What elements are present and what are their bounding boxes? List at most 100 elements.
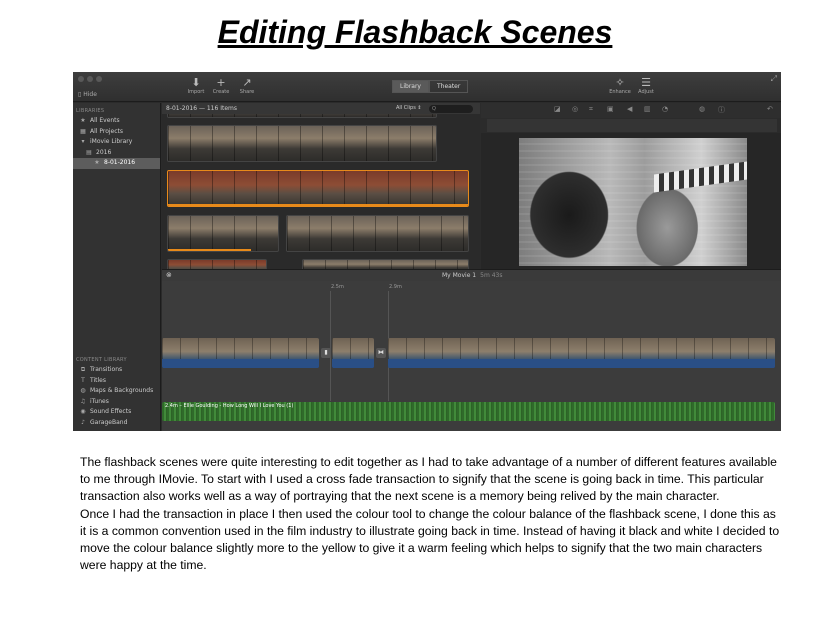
timeline-clip[interactable] — [162, 338, 319, 368]
sidebar-item-titles[interactable]: T Titles — [73, 376, 161, 387]
globe-icon: ◍ — [80, 387, 86, 394]
import-icon: ⬇ — [191, 76, 201, 89]
sidebar-item-maps-backgrounds[interactable]: ◍ Maps & Backgrounds — [73, 386, 161, 397]
clip-thumbnail[interactable] — [302, 259, 469, 269]
content-library-header: CONTENT LIBRARY — [76, 357, 127, 363]
sidebar-item-label: All Projects — [90, 127, 123, 135]
stabilization-icon[interactable]: ▣ — [607, 105, 614, 113]
toolbar: ▯ Hide ⬇ Import + Create ↗ Share Library… — [73, 72, 781, 102]
audio-waveform — [332, 359, 374, 368]
sidebar-item-all-projects[interactable]: ▦ All Projects — [73, 127, 160, 138]
clip-thumbnail[interactable] — [167, 125, 437, 162]
clip-filter-select[interactable]: All Clips ⇕ — [396, 103, 422, 114]
libraries-header: LIBRARIES — [76, 108, 105, 114]
share-icon: ↗ — [242, 76, 252, 89]
plus-icon: + — [216, 76, 226, 89]
project-duration: 5m 43s — [480, 272, 503, 279]
imovie-screenshot: ▯ Hide ⬇ Import + Create ↗ Share Library… — [73, 72, 781, 431]
hide-label: Hide — [83, 91, 97, 98]
sidebar-item-label: Sound Effects — [90, 408, 132, 415]
adjust-label: Adjust — [638, 89, 654, 95]
create-button[interactable]: + Create — [210, 76, 232, 95]
ruler-line — [330, 291, 331, 401]
clip-thumbnail[interactable] — [167, 215, 279, 252]
minimize-window-button[interactable] — [87, 76, 93, 82]
ruler-mark: 2.5m — [331, 284, 344, 290]
ruler-mark: 2.9m — [389, 284, 402, 290]
volume-icon[interactable]: ◀ — [627, 105, 632, 113]
fullscreen-icon[interactable]: ⤢ — [771, 74, 777, 84]
sidebar-item-label: Titles — [90, 376, 106, 384]
crop-icon[interactable]: ⌗ — [589, 105, 593, 114]
tab-library[interactable]: Library — [392, 80, 429, 93]
viewer — [481, 133, 781, 269]
sidebar-item-label: iTunes — [90, 397, 109, 405]
library-icon: ▾ — [81, 138, 85, 145]
guitar-icon: ♪ — [81, 418, 85, 426]
enhance-label: Enhance — [609, 89, 631, 95]
search-field[interactable]: Q — [429, 105, 473, 113]
clip-thumbnail[interactable] — [286, 215, 469, 252]
music-track[interactable]: 2.4m – Ellie Goulding - How Long Will I … — [162, 402, 775, 421]
film-icon: ▦ — [80, 127, 86, 135]
speaker-icon: ◉ — [80, 408, 86, 415]
sidebar-item-transitions[interactable]: ⧉ Transitions — [73, 365, 161, 376]
adjustment-panel — [487, 119, 777, 132]
hide-button[interactable]: ▯ Hide — [78, 91, 97, 98]
sliders-icon: ☰ — [641, 76, 651, 89]
create-label: Create — [212, 89, 230, 95]
sidebar-item-garageband[interactable]: ♪ GarageBand — [73, 418, 161, 429]
timeline-clip[interactable] — [388, 338, 775, 368]
noise-reduction-icon[interactable]: ▥ — [644, 105, 651, 113]
reset-icon[interactable]: ↶ — [767, 105, 773, 113]
sidebar-item-label: Transitions — [90, 366, 123, 373]
clip-used-bar — [168, 204, 468, 206]
sidebar-item-imovie-library[interactable]: ▾ iMovie Library — [73, 137, 160, 148]
event-title: 8-01-2016 — 116 Items — [166, 105, 238, 112]
clip-thumbnail[interactable] — [167, 114, 437, 118]
description: The flashback scenes were quite interest… — [80, 454, 780, 574]
library-theater-toggle: Library Theater — [392, 80, 469, 93]
tab-theater[interactable]: Theater — [428, 80, 469, 93]
timeline-clip[interactable] — [332, 338, 374, 368]
close-project-icon[interactable]: ⊗ — [166, 271, 172, 279]
transitions-icon: ⧉ — [80, 366, 86, 373]
sidebar-item-2016[interactable]: ▤ 2016 — [73, 148, 160, 159]
project-title-group: My Movie 1 5m 43s — [442, 272, 502, 279]
sidebar-item-event-8-01-2016[interactable]: ★ 8-01-2016 — [73, 158, 160, 169]
music-icon: ♫ — [80, 397, 86, 405]
clip-used-bar — [168, 249, 251, 251]
close-window-button[interactable] — [78, 76, 84, 82]
transition-marker[interactable]: ▮ — [321, 348, 331, 358]
clip-browser — [162, 114, 480, 269]
video-frame — [519, 138, 747, 266]
speed-icon[interactable]: ◔ — [662, 105, 668, 113]
browser-header: 8-01-2016 — 116 Items All Clips ⇕ Q — [162, 103, 480, 114]
clip-filter-icon[interactable]: ◍ — [699, 105, 705, 113]
clip-thumbnail[interactable] — [167, 259, 267, 269]
info-icon[interactable]: ⓘ — [718, 105, 725, 115]
audio-waveform — [162, 359, 319, 368]
sidebar-item-itunes[interactable]: ♫ iTunes — [73, 397, 161, 408]
zoom-window-button[interactable] — [96, 76, 102, 82]
timeline: 2.5m 2.9m ▮ ⧓ 2.4m – Ellie Goulding - Ho… — [162, 281, 781, 431]
paragraph: Once I had the transaction in place I th… — [80, 506, 780, 573]
clip-thumbnail-selected[interactable] — [167, 170, 469, 207]
import-label: Import — [187, 89, 205, 95]
sidebar-item-all-events[interactable]: ★ All Events — [73, 116, 160, 127]
cross-dissolve-transition[interactable]: ⧓ — [376, 348, 386, 358]
sidebar-item-label: Maps & Backgrounds — [90, 387, 154, 394]
share-button[interactable]: ↗ Share — [236, 76, 258, 95]
adjust-button[interactable]: ☰ Adjust — [635, 76, 657, 95]
content-library: CONTENT LIBRARY ⧉ Transitions T Titles ◍… — [73, 352, 161, 428]
import-button[interactable]: ⬇ Import — [185, 76, 207, 95]
color-balance-icon[interactable]: ◪ — [554, 105, 561, 113]
event-icon: ★ — [94, 159, 100, 166]
share-label: Share — [239, 89, 255, 95]
sidebar-item-label: 2016 — [96, 148, 112, 156]
color-correction-icon[interactable]: ◎ — [572, 105, 578, 113]
folder-icon: ▤ — [86, 148, 92, 156]
project-title: My Movie 1 — [442, 272, 477, 279]
enhance-button[interactable]: ✧ Enhance — [609, 76, 631, 95]
sidebar-item-sound-effects[interactable]: ◉ Sound Effects — [73, 407, 161, 418]
